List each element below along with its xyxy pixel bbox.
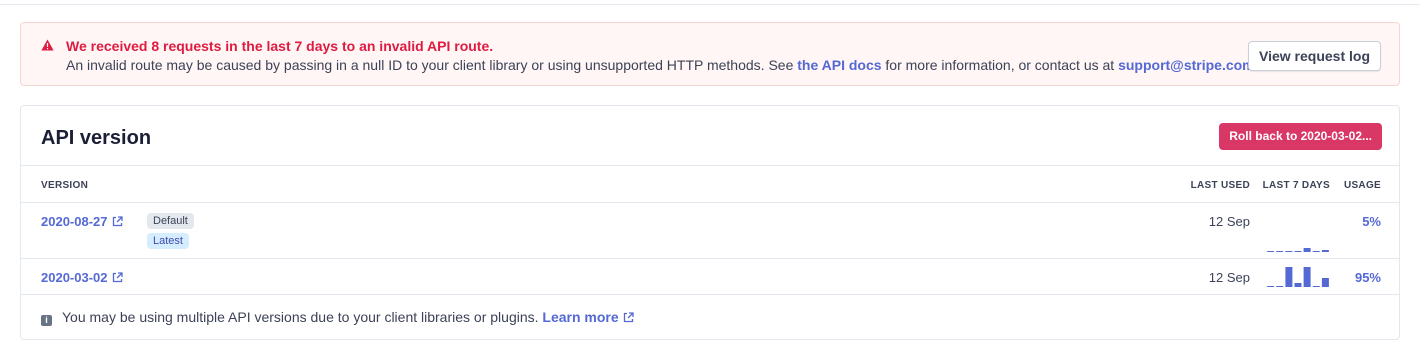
alert-title: We received 8 requests in the last 7 day… xyxy=(66,38,494,54)
footnote-text: You may be using multiple API versions d… xyxy=(62,309,543,325)
sparkline-bar xyxy=(1285,251,1293,252)
sparkline-bar xyxy=(1294,283,1302,287)
sparkline-bar xyxy=(1267,251,1275,252)
external-link-icon xyxy=(112,272,123,283)
sparkline-bar xyxy=(1303,267,1311,287)
sparkline-bar xyxy=(1312,286,1320,287)
column-header-version: VERSION xyxy=(41,180,89,191)
rollback-button[interactable]: Roll back to 2020-03-02... xyxy=(1219,123,1382,150)
sparkline-bar xyxy=(1312,251,1320,252)
column-header-last-used: LAST USED xyxy=(1190,180,1250,191)
learn-more-link[interactable]: Learn more xyxy=(542,309,634,325)
sparkline-bar xyxy=(1285,267,1293,287)
column-header-usage: USAGE xyxy=(1343,180,1381,191)
last-used-cell: 12 Sep xyxy=(1208,270,1250,285)
row-divider xyxy=(21,294,1399,295)
usage-cell: 5% xyxy=(1362,214,1381,229)
sparkline-bar xyxy=(1321,250,1329,252)
api-docs-link[interactable]: the API docs xyxy=(797,57,881,73)
sparkline-bar xyxy=(1267,286,1275,287)
header-divider xyxy=(21,165,1399,166)
table-header-divider xyxy=(21,202,1399,203)
last-7-days-sparkline xyxy=(1267,267,1329,287)
info-icon: i xyxy=(41,315,52,326)
alert-body-middle: for more information, or contact us at xyxy=(881,57,1119,73)
external-link-icon xyxy=(112,216,123,227)
version-link-2020-03-02[interactable]: 2020-03-02 xyxy=(41,270,123,285)
learn-more-label: Learn more xyxy=(542,309,619,325)
sparkline-bar xyxy=(1321,278,1329,287)
row-divider xyxy=(21,258,1399,259)
invalid-route-alert: We received 8 requests in the last 7 day… xyxy=(20,22,1400,86)
sparkline-bar xyxy=(1276,286,1284,287)
api-version-card: API version Roll back to 2020-03-02... V… xyxy=(20,105,1400,340)
view-request-log-button[interactable]: View request log xyxy=(1248,41,1381,71)
version-link-2020-08-27[interactable]: 2020-08-27 xyxy=(41,214,123,229)
last-7-days-sparkline xyxy=(1267,248,1329,252)
alert-body: An invalid route may be caused by passin… xyxy=(66,57,1259,73)
sparkline-bar xyxy=(1294,251,1302,252)
latest-badge: Latest xyxy=(147,233,189,249)
api-version-title: API version xyxy=(41,127,152,149)
last-used-cell: 12 Sep xyxy=(1208,214,1250,229)
top-divider xyxy=(0,4,1420,5)
alert-body-prefix: An invalid route may be caused by passin… xyxy=(66,57,798,73)
multiple-versions-note: i You may be using multiple API versions … xyxy=(41,309,634,326)
warning-triangle-icon xyxy=(41,39,54,51)
default-badge: Default xyxy=(147,213,194,229)
version-label: 2020-08-27 xyxy=(41,214,108,229)
support-email-link[interactable]: support@stripe.com xyxy=(1118,57,1255,73)
usage-cell: 95% xyxy=(1354,270,1381,285)
external-link-icon xyxy=(623,312,634,323)
version-label: 2020-03-02 xyxy=(41,270,108,285)
sparkline-bar xyxy=(1303,248,1311,252)
sparkline-bar xyxy=(1276,251,1284,252)
column-header-last-7-days: LAST 7 DAYS xyxy=(1262,180,1330,191)
